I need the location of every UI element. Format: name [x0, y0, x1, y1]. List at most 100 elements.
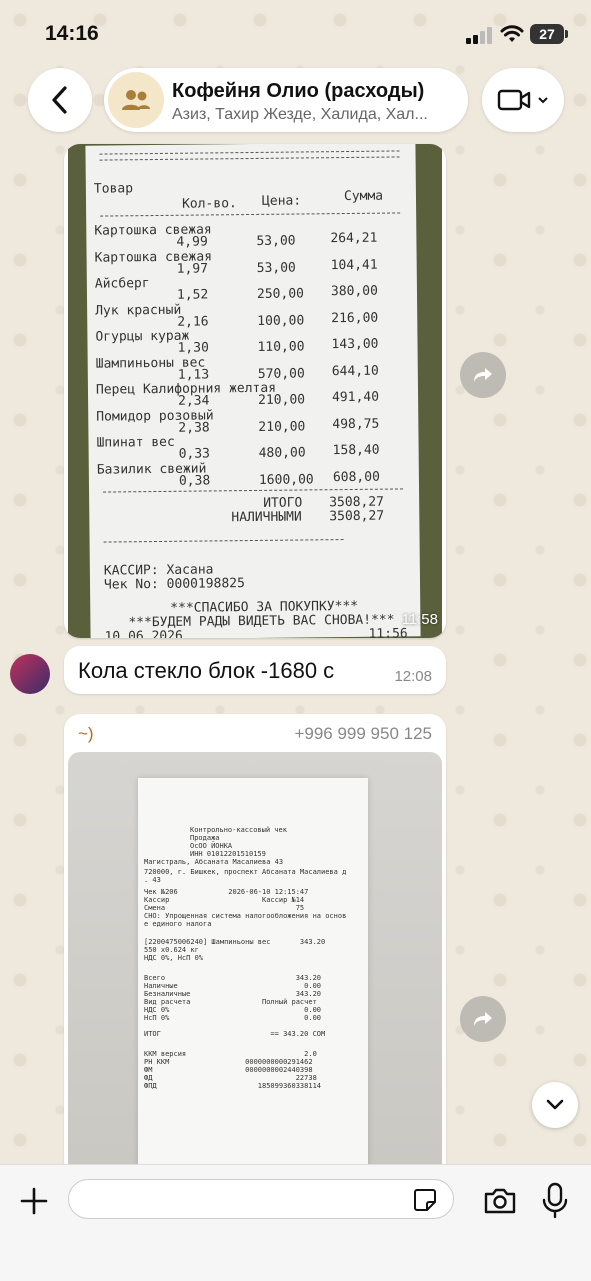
message-input[interactable] — [68, 1179, 454, 1219]
receipt-item-qty: 1,97 — [176, 260, 209, 277]
receipt-item-price: 250,00 — [256, 286, 305, 302]
receipt-2-line: ИТОГ == 343.20 СОМ — [144, 1030, 326, 1038]
receipt-item-sum: 104,41 — [330, 257, 378, 273]
forward-icon — [474, 368, 492, 382]
receipt-item-price: 110,00 — [257, 339, 305, 355]
forward-button[interactable] — [460, 352, 506, 398]
microphone-icon[interactable] — [540, 1181, 570, 1221]
receipt-header-price: Цена: — [261, 193, 302, 209]
receipt-item-sum: 158,40 — [332, 442, 380, 459]
receipt-item-qty: 2,16 — [177, 313, 209, 330]
receipt-header-qty: Кол-во. — [181, 196, 237, 212]
receipt-2-line: Продажа — [190, 834, 220, 842]
receipt-header-sum: Сумма — [343, 188, 384, 205]
video-call-button[interactable] — [482, 68, 564, 132]
receipt-item-price: 100,00 — [257, 312, 305, 329]
receipt-2-line: Магистраль, Абсаната Масалиева 43 — [144, 858, 284, 866]
receipt-2-line: ФМ 0000000002440398 — [144, 1066, 313, 1074]
receipt-2-line: НсП 0% 0.00 — [144, 1014, 322, 1022]
receipt-item-price: 1600,00 — [258, 471, 314, 488]
message-timestamp: 11:58 — [401, 611, 438, 628]
status-time: 14:16 — [45, 22, 99, 45]
back-button[interactable] — [28, 68, 92, 132]
group-icon — [122, 90, 150, 110]
receipt-item-sum: 498,75 — [332, 416, 380, 432]
cellular-signal-icon — [466, 26, 494, 44]
receipt-item-sum: 264,21 — [330, 230, 378, 247]
image-message-receipt-2[interactable]: ~) +996 999 950 125 Контрольно-кассовый … — [64, 714, 446, 1166]
receipt-item-sum: 216,00 — [331, 310, 379, 326]
sender-avatar[interactable] — [10, 654, 50, 694]
receipt-print-time: 11:56 — [368, 626, 408, 638]
group-avatar — [108, 72, 164, 128]
receipt-item-sum: 143,00 — [331, 336, 379, 353]
forward-button[interactable] — [460, 996, 506, 1042]
receipt-2-line: Кассир Кассир №14 — [144, 896, 305, 904]
chevron-down-icon — [546, 1099, 564, 1110]
receipt-2-line: Контрольно-кассовый чек — [190, 826, 287, 834]
receipt-item-sum: 380,00 — [330, 283, 379, 300]
chat-title: Кофейня Олио (расходы) — [172, 80, 425, 102]
receipt-paper-2: Контрольно-кассовый чек Продажа ОсОО ЙОНКА… — [138, 778, 368, 1166]
receipt-items: Картошка свежая 4,99 53,00 264,21 Картошка с… — [85, 144, 415, 488]
receipt-2-line: е единого налога — [144, 920, 212, 928]
receipt-2-line: Вид расчета Полный расчет — [144, 998, 317, 1006]
receipt-item-sum: 491,40 — [331, 389, 380, 406]
receipt-header-product: Товар — [93, 181, 134, 197]
chevron-down-icon — [538, 97, 548, 104]
receipt-item-name: Айсберг — [94, 276, 150, 292]
receipt-2-line: ФД 22738 — [144, 1074, 317, 1082]
receipt-2-line: ККМ версия 2.0 — [144, 1050, 317, 1058]
receipt-item-qty: 1,13 — [177, 366, 210, 383]
image-message-receipt-1[interactable]: Товар Кол-во. Цена: Сумма Картошка свежа… — [64, 144, 446, 638]
receipt-2-line: [2200475006240] Шампиньоны вес 343.20 — [144, 938, 326, 946]
attach-button[interactable] — [16, 1183, 52, 1219]
receipt-item-price: 480,00 — [258, 445, 306, 461]
receipt-item-qty: 2,34 — [178, 393, 210, 409]
receipt-item-qty: 4,99 — [176, 234, 208, 250]
receipt-item-price: 210,00 — [258, 418, 306, 435]
receipt-2-line: Всего 343.20 — [144, 974, 322, 982]
receipt-2-line: 550 x0.624 кг — [144, 946, 199, 954]
chevron-left-icon — [52, 86, 67, 114]
receipt-item-name: Шпинат вес — [96, 434, 175, 451]
chat-header: Кофейня Олио (расходы) Азиз, Тахир Жезде… — [0, 64, 591, 144]
receipt-item-price: 53,00 — [256, 260, 296, 276]
receipt-item-qty: 0,33 — [178, 446, 211, 462]
receipt-check-no: Чек No: 0000198825 — [103, 576, 245, 593]
receipt-item-sum: 608,00 — [332, 469, 380, 485]
receipt-2-line: НДС 0% 0.00 — [144, 1006, 322, 1014]
sender-name[interactable]: ~) — [78, 724, 94, 744]
chat-info-button[interactable]: Кофейня Олио (расходы) Азиз, Тахир Жезде… — [104, 68, 468, 132]
receipt-2-line: 720000, г. Бишкек, проспект Абсаната Мас… — [144, 868, 347, 876]
receipt-2-line: Безналичные 343.20 — [144, 990, 322, 998]
video-camera-icon — [497, 89, 531, 111]
chat-participants: Азиз, Тахир Жезде, Халида, Хал... — [172, 106, 428, 123]
receipt-2-line: НДС 0%, НсП 0% — [144, 954, 204, 962]
sender-phone: +996 999 950 125 — [294, 724, 432, 743]
receipt-date: 10.06.2026 — [104, 628, 183, 638]
message-input-bar — [0, 1164, 591, 1281]
receipt-item-name: Лук красный — [95, 302, 182, 319]
receipt-item-qty: 0,38 — [178, 472, 211, 489]
receipt-item-name: Огурцы кураж — [95, 328, 190, 345]
receipt-2-line: Наличные 0.00 — [144, 982, 322, 990]
wifi-icon — [500, 25, 524, 42]
receipt-item-price: 210,00 — [258, 392, 306, 408]
sticker-icon[interactable] — [412, 1187, 438, 1213]
text-message[interactable]: Кола стекло блок -1680 с 12:08 — [64, 646, 446, 694]
scroll-to-bottom-button[interactable] — [532, 1082, 578, 1128]
receipt-2-line: РН ККМ 0000000000291462 — [144, 1058, 313, 1066]
receipt-item-sum: 644,10 — [331, 363, 379, 379]
receipt-2-line: Чек №206 2026-06-10 12:15:47 — [144, 888, 309, 896]
receipt-see-again: ***БУДЕМ РАДЫ ВИДЕТЬ ВАС СНОВА!*** — [128, 612, 395, 631]
status-bar: 14:16 27 — [0, 0, 591, 64]
receipt-2-line: ФПД 185099360338114 — [144, 1082, 322, 1090]
message-text: Кола стекло блок -1680 с — [78, 658, 335, 683]
receipt-item-qty: 1,30 — [177, 340, 209, 356]
receipt-cash-label: НАЛИЧНЫМИ — [231, 509, 302, 526]
receipt-2-line: ОсОО ЙОНКА — [190, 842, 233, 850]
receipt-photo-1: Товар Кол-во. Цена: Сумма Картошка свежа… — [68, 144, 442, 638]
camera-icon[interactable] — [482, 1183, 518, 1219]
receipt-item-qty: 1,52 — [176, 287, 209, 303]
